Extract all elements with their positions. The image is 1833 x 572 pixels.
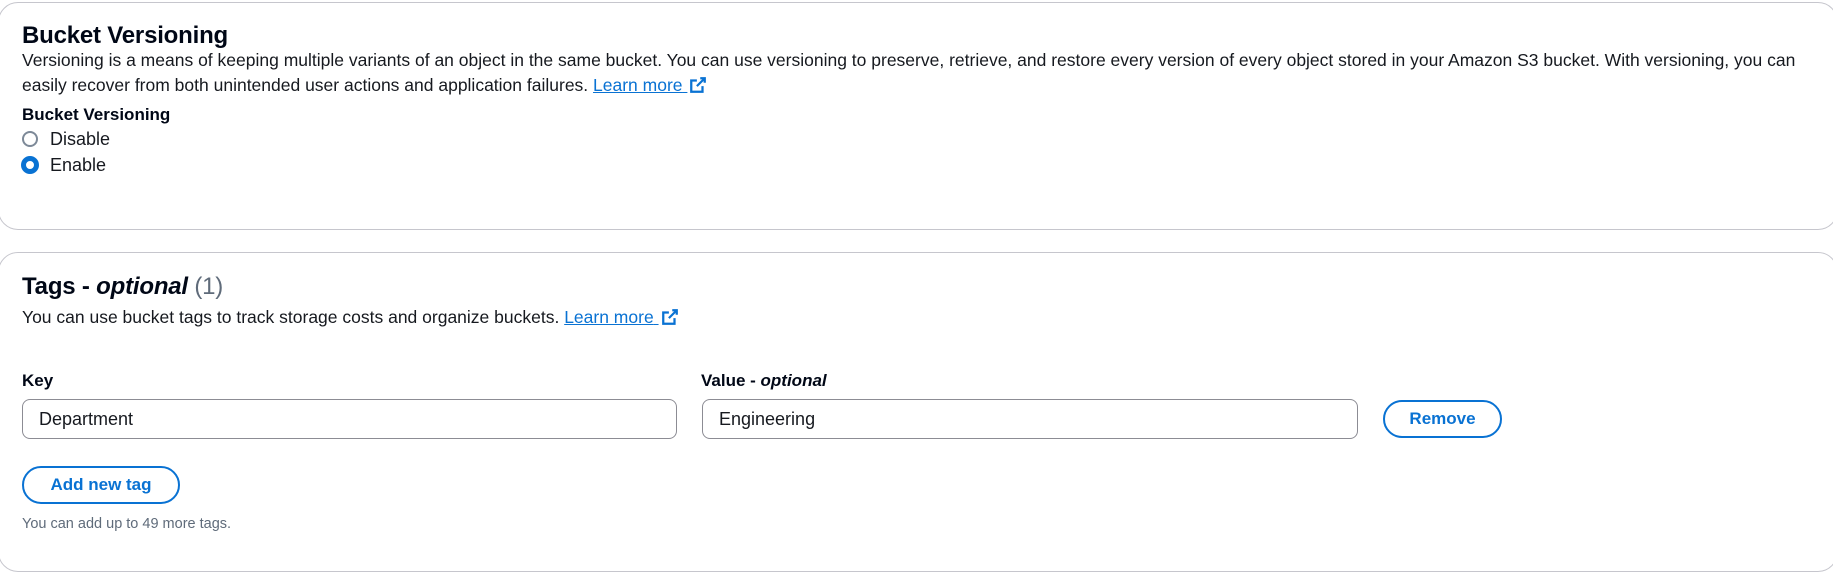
bucket-versioning-heading: Bucket Versioning — [22, 22, 228, 49]
tags-description-text: You can use bucket tags to track storage… — [22, 307, 565, 327]
tags-panel: Tags - optional (1) You can use bucket t… — [0, 252, 1833, 572]
radio-disable[interactable]: Disable — [22, 127, 110, 151]
bucket-versioning-learn-more-link[interactable]: Learn more — [593, 75, 707, 95]
remove-tag-button[interactable]: Remove — [1383, 400, 1502, 438]
radio-enable-label: Enable — [50, 154, 107, 175]
radio-disable-control[interactable] — [22, 131, 38, 147]
tags-learn-more-link[interactable]: Learn more — [564, 307, 678, 327]
tags-heading-optional: optional — [96, 273, 188, 300]
bucket-versioning-description-text: Versioning is a means of keeping multipl… — [22, 50, 1796, 95]
tag-value-label: Value - optional — [701, 371, 827, 391]
external-link-icon — [690, 77, 707, 93]
tags-heading: Tags - optional (1) — [22, 273, 223, 301]
external-link-icon — [661, 309, 678, 325]
tag-value-label-optional: optional — [760, 371, 827, 390]
tags-description: You can use bucket tags to track storage… — [22, 305, 1822, 330]
tag-key-label: Key — [22, 371, 54, 390]
bucket-versioning-description: Versioning is a means of keeping multipl… — [22, 48, 1822, 98]
bucket-versioning-field-label: Bucket Versioning — [22, 105, 171, 124]
radio-enable[interactable]: Enable — [21, 153, 107, 177]
radio-enable-control[interactable] — [21, 156, 39, 174]
learn-more-label: Learn more — [564, 307, 654, 327]
tag-key-input[interactable] — [22, 399, 677, 439]
tags-limit-hint: You can add up to 49 more tags. — [22, 516, 232, 532]
tag-value-label-main: Value - — [701, 371, 761, 390]
add-new-tag-button[interactable]: Add new tag — [22, 466, 180, 504]
tag-value-input[interactable] — [702, 399, 1358, 439]
learn-more-label: Learn more — [593, 75, 683, 95]
bucket-versioning-panel: Bucket Versioning Versioning is a means … — [0, 2, 1833, 230]
tags-count: (1) — [194, 273, 224, 300]
radio-disable-label: Disable — [50, 128, 111, 149]
tags-heading-main: Tags - — [22, 273, 97, 300]
